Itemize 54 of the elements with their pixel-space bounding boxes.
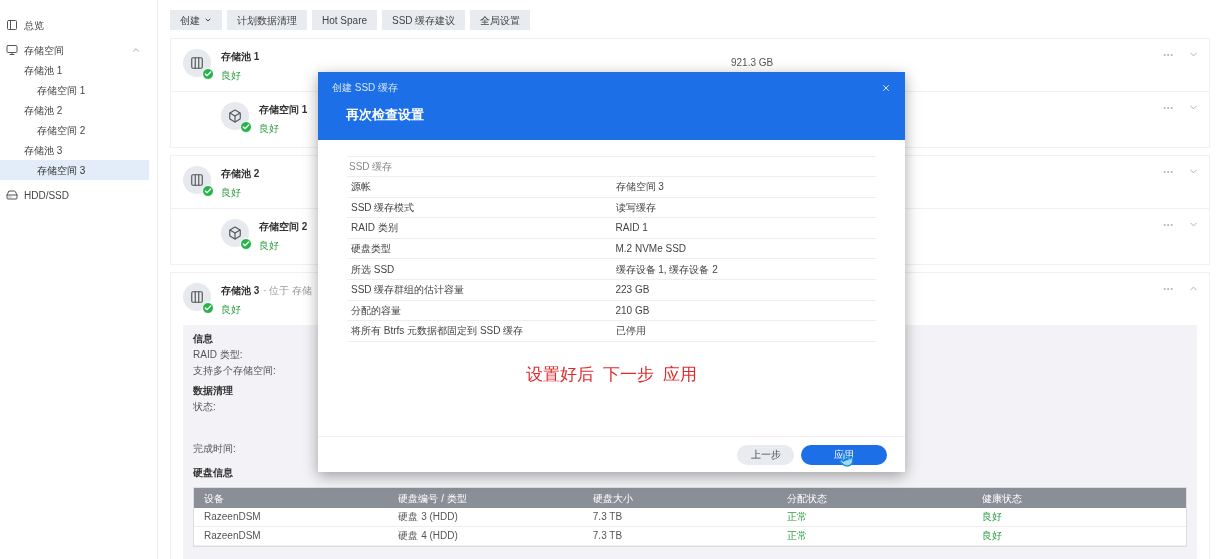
setting-label: RAID 类别 (351, 221, 398, 236)
setting-label: 所选 SSD (351, 262, 395, 277)
table-cell: 硬盘 3 (HDD) (398, 511, 458, 523)
section-title: SSD 缓存 (349, 160, 393, 174)
capacity-text: 921.3 GB (731, 57, 774, 68)
card-title: 存储空间 2 (259, 220, 308, 234)
field-label: RAID 类型: (193, 349, 243, 361)
card-title: 存储池 2 (221, 167, 260, 181)
table-cell: 7.3 TB (592, 511, 623, 523)
table-cell: 正常 (787, 511, 808, 523)
setting-value: 存储空间 3 (615, 180, 664, 195)
status-text: 良好 (221, 186, 241, 200)
column-header: 硬盘编号 / 类型 (398, 491, 468, 506)
status-text: 良好 (259, 122, 279, 136)
card-title: 存储池 1 (221, 50, 260, 64)
field-label: 状态: (193, 401, 216, 413)
column-header: 设备 (204, 491, 225, 506)
setting-label: 硬盘类型 (351, 242, 391, 257)
setting-label: SSD 缓存群组的估计容量 (351, 283, 465, 298)
setting-value: RAID 1 (615, 221, 648, 236)
setting-value: 210 GB (615, 303, 650, 318)
table-cell: 良好 (981, 530, 1002, 542)
setting-value: 缓存设备 1, 缓存设备 2 (615, 262, 718, 277)
table-cell: 硬盘 4 (HDD) (398, 530, 458, 542)
card-title: 存储空间 1 (259, 103, 308, 117)
annotation-text: 设置好后 下一步 应用 (525, 363, 698, 386)
field-label: 支持多个存储空间: (193, 365, 276, 377)
section-title: 信息 (193, 333, 213, 345)
card-title: 存储池 3 (221, 284, 260, 298)
dialog-heading: 再次检查设置 (346, 106, 424, 124)
status-text: 良好 (259, 239, 279, 253)
status-text: 良好 (221, 69, 241, 83)
table-cell: 良好 (981, 511, 1002, 523)
card-subtitle: · 位于 存储 (263, 284, 313, 298)
table-cell: RazeenDSM (204, 511, 261, 523)
column-header: 硬盘大小 (592, 491, 634, 506)
section-title: 硬盘信息 (193, 467, 233, 479)
setting-label: 将所有 Btrfs 元数据都固定到 SSD 缓存 (351, 324, 524, 339)
setting-label: 分配的容量 (351, 303, 401, 318)
setting-value: M.2 NVMe SSD (615, 242, 687, 257)
setting-label: 源帐 (351, 180, 371, 195)
setting-value: 已停用 (615, 324, 646, 339)
setting-label: SSD 缓存模式 (351, 200, 415, 215)
table-cell: 7.3 TB (592, 530, 623, 542)
field-label: 完成时间: (193, 443, 236, 455)
column-header: 健康状态 (981, 491, 1023, 506)
table-cell: 正常 (787, 530, 808, 542)
status-text: 良好 (221, 303, 241, 317)
setting-value: 读写缓存 (615, 200, 656, 215)
setting-value: 223 GB (615, 283, 650, 298)
table-cell: RazeenDSM (204, 530, 261, 542)
dialog-title: 创建 SSD 缓存 (332, 81, 399, 95)
column-header: 分配状态 (787, 491, 829, 506)
section-title: 数据清理 (193, 385, 233, 397)
